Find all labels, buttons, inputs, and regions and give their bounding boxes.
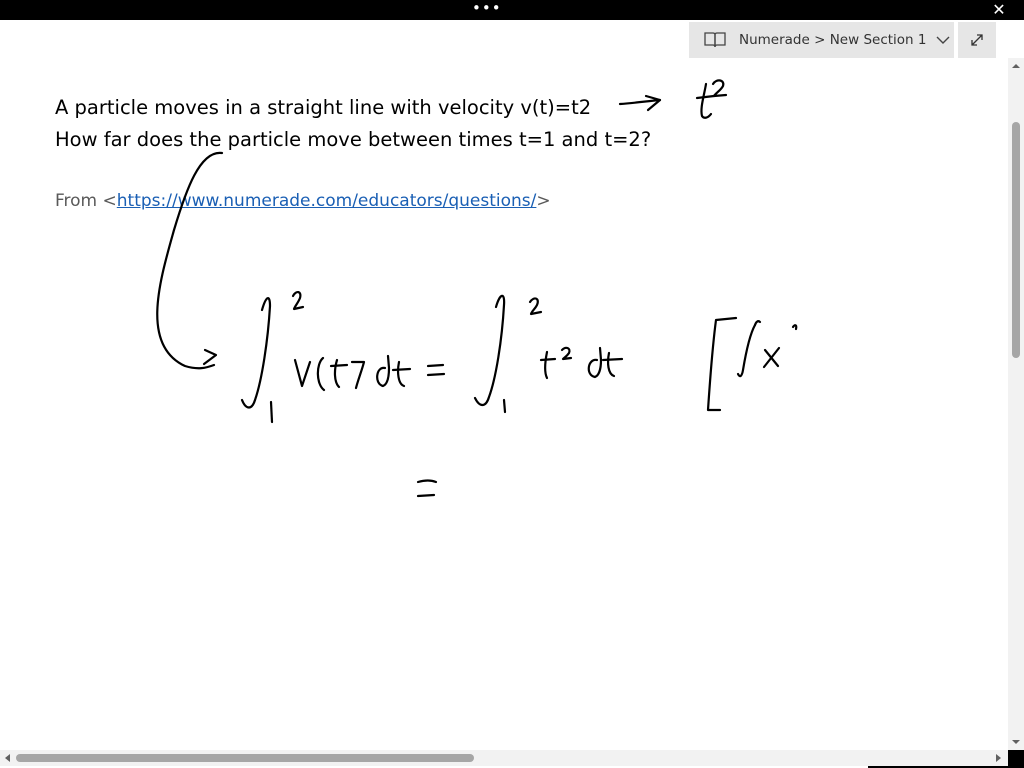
window-titlebar: ••• ✕ (0, 0, 1024, 20)
equals-sign-1 (426, 363, 446, 377)
source-citation: From <https://www.numerade.com/educators… (55, 191, 551, 211)
expand-button[interactable] (958, 22, 996, 58)
expand-icon (971, 34, 983, 46)
equals-sign-2 (416, 479, 438, 498)
scrollbar-corner (1008, 750, 1024, 768)
annotation-t-squared (695, 79, 728, 119)
vertical-scrollbar[interactable] (1008, 58, 1024, 750)
source-suffix: > (536, 191, 551, 211)
notebook-section-label: Numerade > New Section 1 (739, 32, 927, 48)
bracket-integral-note (706, 316, 798, 412)
scroll-right-icon[interactable] (992, 752, 1004, 764)
chevron-down-icon (936, 36, 950, 44)
notebook-icon (704, 32, 726, 48)
annotation-connector-arrow (156, 151, 224, 370)
question-line-2: How far does the particle move between t… (55, 128, 652, 151)
scroll-left-icon[interactable] (2, 752, 14, 764)
scroll-up-icon[interactable] (1008, 60, 1024, 72)
question-line-1: A particle moves in a straight line with… (55, 96, 592, 119)
integral-lhs (240, 291, 412, 424)
source-prefix: From < (55, 191, 117, 211)
annotation-arrow (618, 94, 662, 112)
vertical-scroll-thumb[interactable] (1012, 122, 1020, 358)
close-button[interactable]: ✕ (986, 0, 1012, 20)
integral-rhs (473, 294, 624, 414)
window-menu-dots[interactable]: ••• (472, 1, 501, 19)
scroll-down-icon[interactable] (1008, 736, 1024, 748)
horizontal-scrollbar[interactable] (0, 750, 1008, 766)
source-link[interactable]: https://www.numerade.com/educators/quest… (117, 191, 537, 211)
notebook-section-picker[interactable]: Numerade > New Section 1 (689, 22, 954, 58)
horizontal-scroll-thumb[interactable] (16, 754, 474, 762)
